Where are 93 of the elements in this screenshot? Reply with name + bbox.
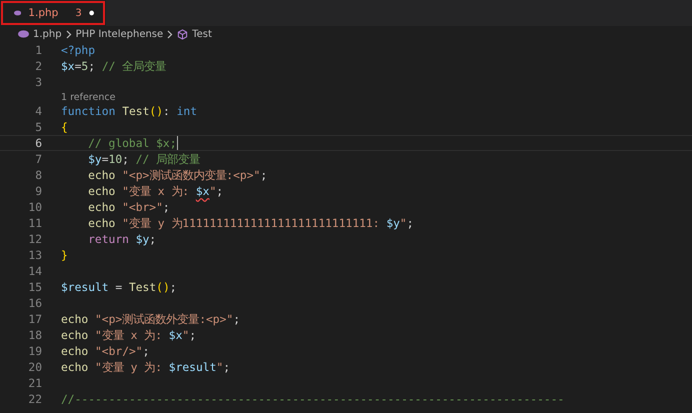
breadcrumb-item[interactable]: Test	[192, 28, 212, 40]
line-number: 9	[34, 184, 42, 198]
variable-token: $result	[61, 280, 109, 294]
line-number: 14	[27, 264, 42, 278]
chevron-icon	[66, 30, 72, 38]
code-text: ;	[223, 360, 230, 374]
line-number: 8	[34, 168, 42, 182]
breadcrumb-item[interactable]: 1.php	[33, 28, 62, 40]
variable-token: $x	[168, 328, 182, 342]
function-token: echo	[61, 328, 88, 342]
comment-token: // global $x;	[88, 136, 177, 150]
line-number: 4	[34, 104, 42, 118]
code-text: ;	[162, 200, 170, 214]
string-token: "变量 y 为:	[94, 360, 162, 374]
line-number: 1	[34, 44, 42, 56]
string-token: "<br>"	[122, 200, 163, 214]
string-token: "	[400, 216, 407, 230]
line-number: 21	[27, 376, 42, 390]
reference-codelens[interactable]: 1 reference	[61, 92, 116, 103]
line-number: 10	[27, 200, 42, 214]
line-number: 15	[27, 280, 42, 294]
function-token: echo	[61, 344, 88, 358]
code-text: ;	[406, 216, 414, 230]
function-token: echo	[61, 312, 88, 326]
string-token: "<p>测试函数内变量:<p>"	[122, 168, 260, 182]
string-token: "	[209, 184, 216, 198]
code-text: ;	[216, 184, 224, 198]
code-text: =	[102, 152, 109, 166]
keyword-token: <?php	[61, 44, 96, 56]
line-number: 19	[27, 344, 42, 358]
variable-token: $y	[386, 216, 400, 230]
variable-token: $result	[168, 360, 216, 374]
line-number: 20	[27, 360, 42, 374]
line-number: 17	[27, 312, 42, 326]
line-number: 5	[34, 120, 42, 134]
bracket-token: {	[61, 120, 68, 134]
function-token: echo	[61, 360, 88, 374]
line-number: 18	[27, 328, 42, 342]
function-token: echo	[88, 216, 116, 230]
number-token: 10	[108, 152, 122, 166]
string-token: "<p>测试函数外变量:<p>"	[94, 312, 234, 326]
bracket-token: }	[61, 248, 68, 262]
code-text: =	[74, 60, 82, 72]
line-number: 2	[34, 60, 42, 72]
code-text: ;	[122, 152, 129, 166]
function-token: echo	[88, 184, 116, 198]
error-squiggle-token: $x	[196, 184, 210, 198]
string-token: "<br/>"	[94, 344, 143, 358]
comment-token: // 全局变量	[102, 58, 166, 74]
function-token: echo	[88, 200, 116, 214]
variable-token: $y	[88, 152, 102, 166]
line-number: 16	[27, 296, 42, 310]
code-text: ;	[260, 168, 268, 182]
function-token: Test	[122, 104, 150, 118]
bracket-token: ()	[156, 280, 170, 294]
string-token: "变量 y 为1111111111111111111111111111:	[122, 216, 380, 230]
code-text: :	[163, 104, 170, 118]
code-text: ;	[142, 344, 150, 358]
problem-count: 3	[75, 8, 82, 18]
line-number: 22	[27, 392, 42, 406]
editor-tab[interactable]: 1.php 3	[0, 0, 106, 26]
line-number: 11	[27, 216, 42, 230]
comment-token: // 局部变量	[136, 152, 200, 166]
code-text: ;	[149, 232, 156, 246]
line-number: 3	[34, 76, 42, 88]
bracket-token: ()	[149, 104, 164, 118]
line-number: 7	[34, 152, 42, 166]
tab-label: 1.php	[28, 7, 58, 19]
code-text: ;	[88, 60, 96, 72]
code-text: =	[115, 280, 122, 294]
string-token: "	[216, 360, 224, 374]
keyword-token: function	[61, 104, 116, 118]
code-text: ;	[233, 312, 240, 326]
function-token: echo	[88, 168, 116, 182]
function-token: Test	[128, 280, 156, 294]
variable-token: $y	[136, 232, 150, 246]
string-token: "变量 x 为:	[94, 328, 162, 342]
keyword-token: return	[88, 232, 129, 246]
code-text: ;	[170, 280, 177, 294]
keyword-token: int	[176, 104, 197, 118]
text-cursor	[176, 136, 178, 150]
string-token: "变量 x 为:	[122, 184, 190, 198]
cube-icon	[177, 28, 188, 40]
chevron-icon	[167, 30, 174, 38]
number-token: 5	[81, 60, 88, 72]
line-number: 6	[34, 136, 42, 150]
code-text: ;	[189, 328, 196, 342]
line-number: 12	[27, 232, 42, 246]
line-number: 13	[27, 248, 42, 262]
breadcrumb-item[interactable]: PHP Intelephense	[76, 28, 164, 40]
variable-token: $x	[61, 60, 75, 72]
comment-token: //------------------------------------------------------------------------	[61, 392, 564, 406]
string-token: "	[182, 328, 190, 342]
